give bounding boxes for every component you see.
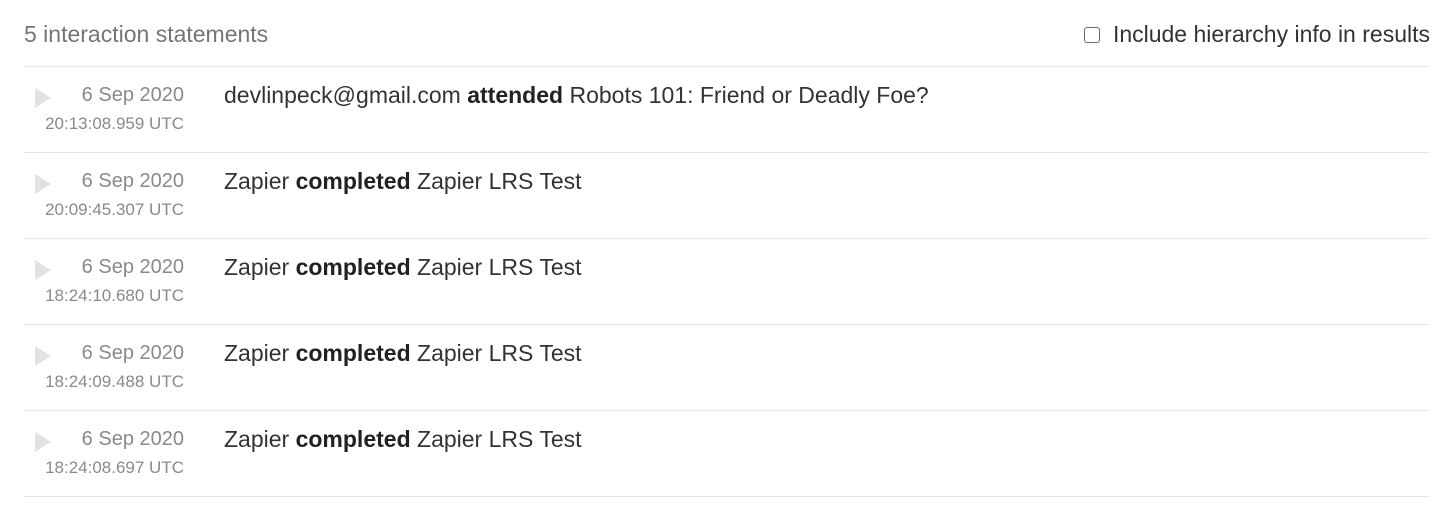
statement-verb: completed bbox=[295, 426, 411, 452]
statement-text: Zapier completed Zapier LRS Test bbox=[224, 340, 582, 367]
statement-verb: completed bbox=[295, 254, 411, 280]
statement-date: 6 Sep 2020 bbox=[81, 428, 184, 450]
statement-count: 5 interaction statements bbox=[24, 21, 269, 47]
statement-actor: Zapier bbox=[224, 340, 290, 366]
hierarchy-label[interactable]: Include hierarchy info in results bbox=[1113, 21, 1430, 48]
statement-text: Zapier completed Zapier LRS Test bbox=[224, 254, 582, 281]
statement-verb: attended bbox=[467, 82, 564, 108]
statement-object: Zapier LRS Test bbox=[417, 254, 582, 280]
statement-verb: completed bbox=[295, 340, 411, 366]
statement-text: Zapier completed Zapier LRS Test bbox=[224, 426, 582, 453]
expand-icon[interactable] bbox=[35, 432, 51, 452]
expand-icon[interactable] bbox=[35, 346, 51, 366]
statement-date: 6 Sep 2020 bbox=[81, 170, 184, 192]
statement-object: Robots 101: Friend or Deadly Foe? bbox=[569, 82, 929, 108]
statement-verb: completed bbox=[295, 168, 411, 194]
statement-text: Zapier completed Zapier LRS Test bbox=[224, 168, 582, 195]
statement-text: devlinpeck@gmail.com attended Robots 101… bbox=[224, 82, 929, 109]
statement-object: Zapier LRS Test bbox=[417, 340, 582, 366]
statement-actor: Zapier bbox=[224, 254, 290, 280]
statement-object: Zapier LRS Test bbox=[417, 426, 582, 452]
statement-time: 18:24:10.680 UTC bbox=[45, 286, 184, 305]
expand-icon[interactable] bbox=[35, 174, 51, 194]
statement-date: 6 Sep 2020 bbox=[81, 256, 184, 278]
statement-row[interactable]: 6 Sep 2020 18:24:09.488 UTC Zapier compl… bbox=[24, 325, 1430, 411]
statement-actor: Zapier bbox=[224, 168, 290, 194]
expand-icon[interactable] bbox=[35, 88, 51, 108]
statement-date: 6 Sep 2020 bbox=[81, 342, 184, 364]
statement-object: Zapier LRS Test bbox=[417, 168, 582, 194]
hierarchy-toggle[interactable]: Include hierarchy info in results bbox=[1083, 21, 1430, 48]
statements-header: 5 interaction statements Include hierarc… bbox=[24, 0, 1430, 67]
statement-actor: Zapier bbox=[224, 426, 290, 452]
statement-time: 20:13:08.959 UTC bbox=[45, 114, 184, 133]
statement-row[interactable]: 6 Sep 2020 18:24:10.680 UTC Zapier compl… bbox=[24, 239, 1430, 325]
statement-row[interactable]: 6 Sep 2020 20:13:08.959 UTC devlinpeck@g… bbox=[24, 67, 1430, 153]
expand-icon[interactable] bbox=[35, 260, 51, 280]
hierarchy-checkbox[interactable] bbox=[1083, 26, 1100, 43]
statement-time: 18:24:08.697 UTC bbox=[45, 458, 184, 477]
statement-row[interactable]: 6 Sep 2020 18:24:08.697 UTC Zapier compl… bbox=[24, 411, 1430, 497]
statement-time: 20:09:45.307 UTC bbox=[45, 200, 184, 219]
statement-row[interactable]: 6 Sep 2020 20:09:45.307 UTC Zapier compl… bbox=[24, 153, 1430, 239]
statement-actor: devlinpeck@gmail.com bbox=[224, 82, 461, 108]
statement-date: 6 Sep 2020 bbox=[81, 84, 184, 106]
statement-list: 6 Sep 2020 20:13:08.959 UTC devlinpeck@g… bbox=[24, 67, 1430, 497]
statement-time: 18:24:09.488 UTC bbox=[45, 372, 184, 391]
